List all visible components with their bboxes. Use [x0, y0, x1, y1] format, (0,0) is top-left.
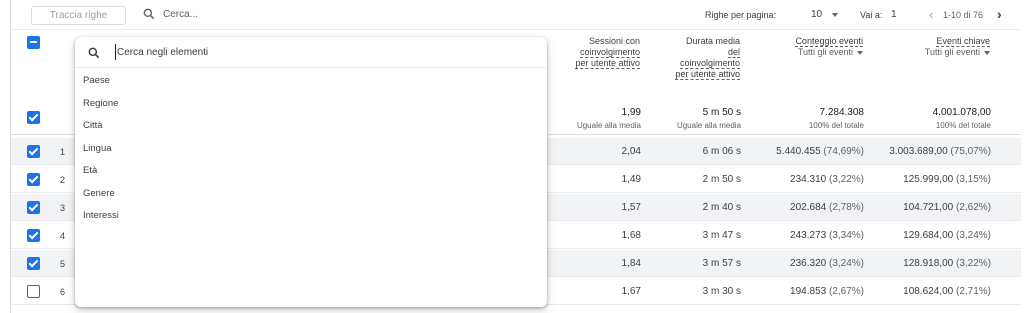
dimension-option-country[interactable]: Paese [83, 72, 523, 90]
cell-key-events: 104.721,00 (2,62%) [903, 202, 991, 213]
dimension-option-interests[interactable]: Interessi [83, 207, 523, 225]
dimension-option-language[interactable]: Lingua [83, 140, 523, 158]
row-index: 3 [60, 203, 66, 213]
row-checkbox[interactable] [27, 229, 40, 242]
chevron-left-icon[interactable]: ‹ [929, 8, 933, 21]
column-title-line: Conteggio eventi [795, 36, 863, 47]
row-checkbox[interactable] [27, 257, 40, 270]
column-title-line: Eventi chiave [936, 36, 990, 47]
search-icon[interactable] [142, 7, 156, 21]
cell-key-events: 129.684,00 (3,24%) [903, 230, 991, 241]
cell-avg-engagement: 3 m 57 s [702, 258, 741, 269]
cell-engaged-sessions: 1,67 [621, 286, 641, 297]
goto-page-input[interactable]: 1 [891, 9, 897, 20]
row-checkbox[interactable] [27, 285, 40, 298]
total-avg-engagement: 5 m 50 s Uguale alla media [676, 107, 741, 130]
dimension-option-gender[interactable]: Genere [83, 185, 523, 203]
track-rows-button[interactable]: Traccia righe [31, 6, 126, 25]
goto-page-label: Vai a: [860, 10, 883, 20]
column-title-line: Sessioni con [588, 36, 640, 46]
select-all-checkbox[interactable] [27, 36, 40, 49]
cell-key-events: 125.999,00 (3,15%) [903, 174, 991, 185]
column-header-event-count[interactable]: Conteggio eventi Tutti gli eventi [795, 36, 863, 58]
event-filter-select[interactable]: Tutti gli eventi [795, 47, 863, 58]
row-index: 1 [60, 147, 66, 157]
cell-event-count: 202.684 (2,78%) [790, 202, 864, 213]
cell-avg-engagement: 3 m 47 s [702, 230, 741, 241]
cell-avg-engagement: 2 m 50 s [702, 174, 741, 185]
column-header-engaged-sessions[interactable]: Sessioni con coinvolgimento per utente a… [575, 36, 640, 69]
row-checkbox[interactable] [27, 173, 40, 186]
total-key-events: 4.001.078,00 100% del totale [932, 107, 991, 130]
caret-down-icon[interactable] [857, 50, 863, 55]
total-engaged-sessions: 1,99 Uguale alla media [576, 107, 641, 130]
cell-key-events: 3.003.689,00 (75,07%) [889, 146, 991, 157]
cell-event-count: 194.853 (2,67%) [790, 286, 864, 297]
totals-checkbox[interactable] [27, 111, 40, 124]
column-title-line: del [727, 47, 740, 58]
column-title-line: per utente attivo [575, 58, 640, 69]
cell-engaged-sessions: 1,84 [621, 258, 641, 269]
dimension-option-region[interactable]: Regione [83, 95, 523, 113]
cell-engaged-sessions: 1,57 [621, 202, 641, 213]
cell-event-count: 236.320 (3,24%) [790, 258, 864, 269]
dimension-option-city[interactable]: Città [83, 117, 523, 135]
dimension-option-age[interactable]: Età [83, 162, 523, 180]
cell-avg-engagement: 6 m 06 s [702, 146, 741, 157]
rows-per-page-label: Righe per pagina: [705, 10, 777, 20]
column-header-avg-engagement[interactable]: Durata media del coinvolgimento per uten… [675, 36, 740, 80]
column-header-key-events[interactable]: Eventi chiave Tutti gli eventi [925, 36, 990, 58]
row-index: 6 [60, 287, 66, 297]
column-title-line: per utente attivo [675, 69, 740, 80]
caret-down-icon[interactable] [984, 50, 990, 55]
row-index: 4 [60, 231, 66, 241]
table-toolbar: Traccia righe Cerca... Righe per pagina:… [11, 0, 1021, 30]
column-title-line: coinvolgimento [579, 47, 640, 58]
page-range: 1-10 di 76 [943, 10, 984, 20]
chevron-right-icon[interactable]: › [997, 7, 1002, 21]
rows-per-page-select[interactable]: 10 [811, 9, 822, 20]
cell-avg-engagement: 2 m 40 s [702, 202, 741, 213]
column-title-line: coinvolgimento [679, 58, 740, 69]
row-index: 5 [60, 259, 66, 269]
column-title-line: Durata media [685, 36, 740, 46]
cell-avg-engagement: 3 m 30 s [702, 286, 741, 297]
search-icon [88, 47, 100, 59]
cell-engaged-sessions: 2,04 [621, 146, 641, 157]
cell-key-events: 128.918,00 (3,22%) [903, 258, 991, 269]
cell-key-events: 108.624,00 (2,71%) [903, 286, 991, 297]
cell-engaged-sessions: 1,68 [621, 230, 641, 241]
table-search-input[interactable]: Cerca... [163, 9, 198, 20]
cell-event-count: 5.440.455 (74,69%) [776, 146, 864, 157]
popup-search-input[interactable] [115, 44, 515, 60]
row-index: 2 [60, 175, 66, 185]
cell-event-count: 234.310 (3,22%) [790, 174, 864, 185]
popup-search-bar [75, 37, 547, 68]
dimension-picker-popup: Paese Regione Città Lingua Età Genere In… [75, 37, 547, 307]
total-event-count: 7.284.308 100% del totale [808, 107, 864, 130]
cell-engaged-sessions: 1,49 [621, 174, 641, 185]
caret-down-icon[interactable] [832, 13, 838, 17]
row-checkbox[interactable] [27, 145, 40, 158]
cell-event-count: 243.273 (3,34%) [790, 230, 864, 241]
row-checkbox[interactable] [27, 201, 40, 214]
key-event-filter-select[interactable]: Tutti gli eventi [925, 47, 990, 58]
